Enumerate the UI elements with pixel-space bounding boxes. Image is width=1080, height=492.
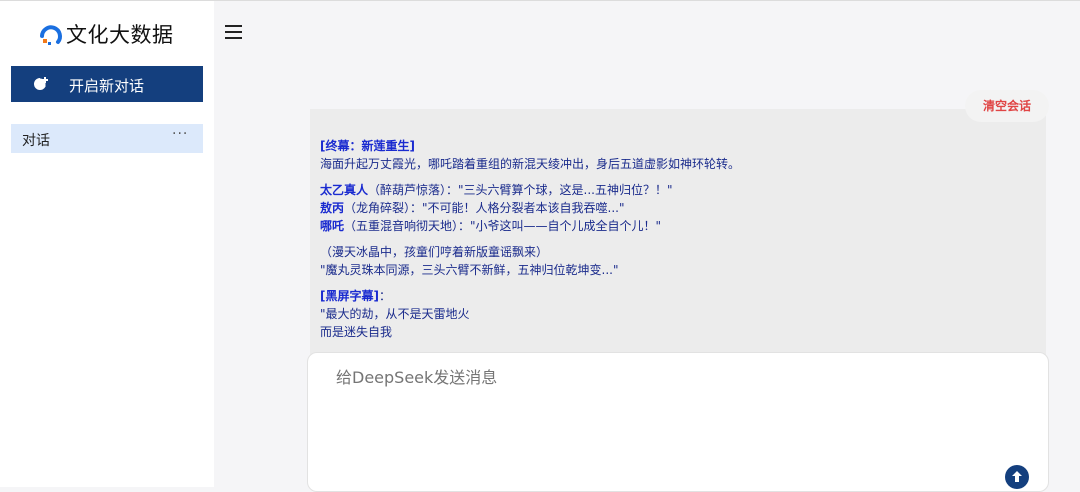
dialogue-line: （醉葫芦惊落）："三头六臂算个球，这是...五神归位？！": [368, 183, 673, 197]
song-lyric: "魔丸灵珠本同源，三头六臂不新鲜，五神归位乾坤变...": [320, 263, 619, 277]
scene-title: [黑屏字幕]: [320, 289, 379, 303]
dialogue-line: （五重混音响彻天地）："小爷这叫——自个儿成全自个儿！": [344, 219, 662, 233]
subtitle-line: 而是迷失自我: [320, 325, 393, 339]
menu-icon[interactable]: [225, 25, 243, 41]
scene-text: 海面升起万丈霞光，哪吒踏着重组的新混天绫冲出，身后五道虚影如神环轮转。: [320, 157, 741, 171]
new-chat-label: 开启新对话: [69, 77, 145, 95]
subtitle-line: "最大的劫，从不是天雷地火: [320, 307, 470, 321]
more-options-icon[interactable]: ···: [172, 126, 188, 142]
message-paragraph: [终幕：新莲重生] 海面升起万丈霞光，哪吒踏着重组的新混天绫冲出，身后五道虚影如…: [320, 137, 1036, 173]
message-content: [终幕：新莲重生] 海面升起万丈霞光，哪吒踏着重组的新混天绫冲出，身后五道虚影如…: [320, 137, 1036, 349]
message-input[interactable]: [336, 368, 996, 387]
stage-direction: （漫天冰晶中，孩童们哼着新版童谣飘来）: [320, 245, 549, 259]
message-paragraph: [黑屏字幕]： "最大的劫，从不是天雷地火 而是迷失自我: [320, 287, 1036, 341]
speaker-name: 太乙真人: [320, 183, 369, 197]
scene-title: [终幕：新莲重生]: [320, 139, 415, 153]
clear-conversation-label: 清空会话: [983, 99, 1032, 113]
dialogue-line: （龙角碎裂）："不可能！人格分裂者本该自我吞噬...": [344, 201, 625, 215]
speaker-name: 哪吒: [320, 219, 345, 233]
logo-icon: [40, 25, 62, 45]
message-input-box: [307, 352, 1049, 492]
speaker-name: 敖丙: [320, 201, 345, 215]
message-paragraph: （漫天冰晶中，孩童们哼着新版童谣飘来） "魔丸灵珠本同源，三头六臂不新鲜，五神归…: [320, 243, 1036, 279]
sidebar: 文化大数据 开启新对话 对话 ···: [0, 1, 214, 487]
logo: 文化大数据: [38, 19, 174, 49]
conversation-item[interactable]: 对话 ···: [11, 124, 203, 153]
chat-plus-icon: [34, 77, 48, 90]
assistant-message: [终幕：新莲重生] 海面升起万丈霞光，哪吒踏着重组的新混天绫冲出，身后五道虚影如…: [310, 109, 1046, 361]
scene-colon: ：: [378, 289, 391, 303]
logo-text: 文化大数据: [66, 23, 174, 47]
conversation-label: 对话: [22, 133, 50, 149]
clear-conversation-button[interactable]: 清空会话: [965, 90, 1049, 122]
arrow-up-icon: [1012, 471, 1022, 482]
message-paragraph: 太乙真人（醉葫芦惊落）："三头六臂算个球，这是...五神归位？！" 敖丙（龙角碎…: [320, 181, 1036, 235]
new-chat-button[interactable]: 开启新对话: [11, 66, 203, 102]
send-button[interactable]: [1005, 465, 1029, 489]
